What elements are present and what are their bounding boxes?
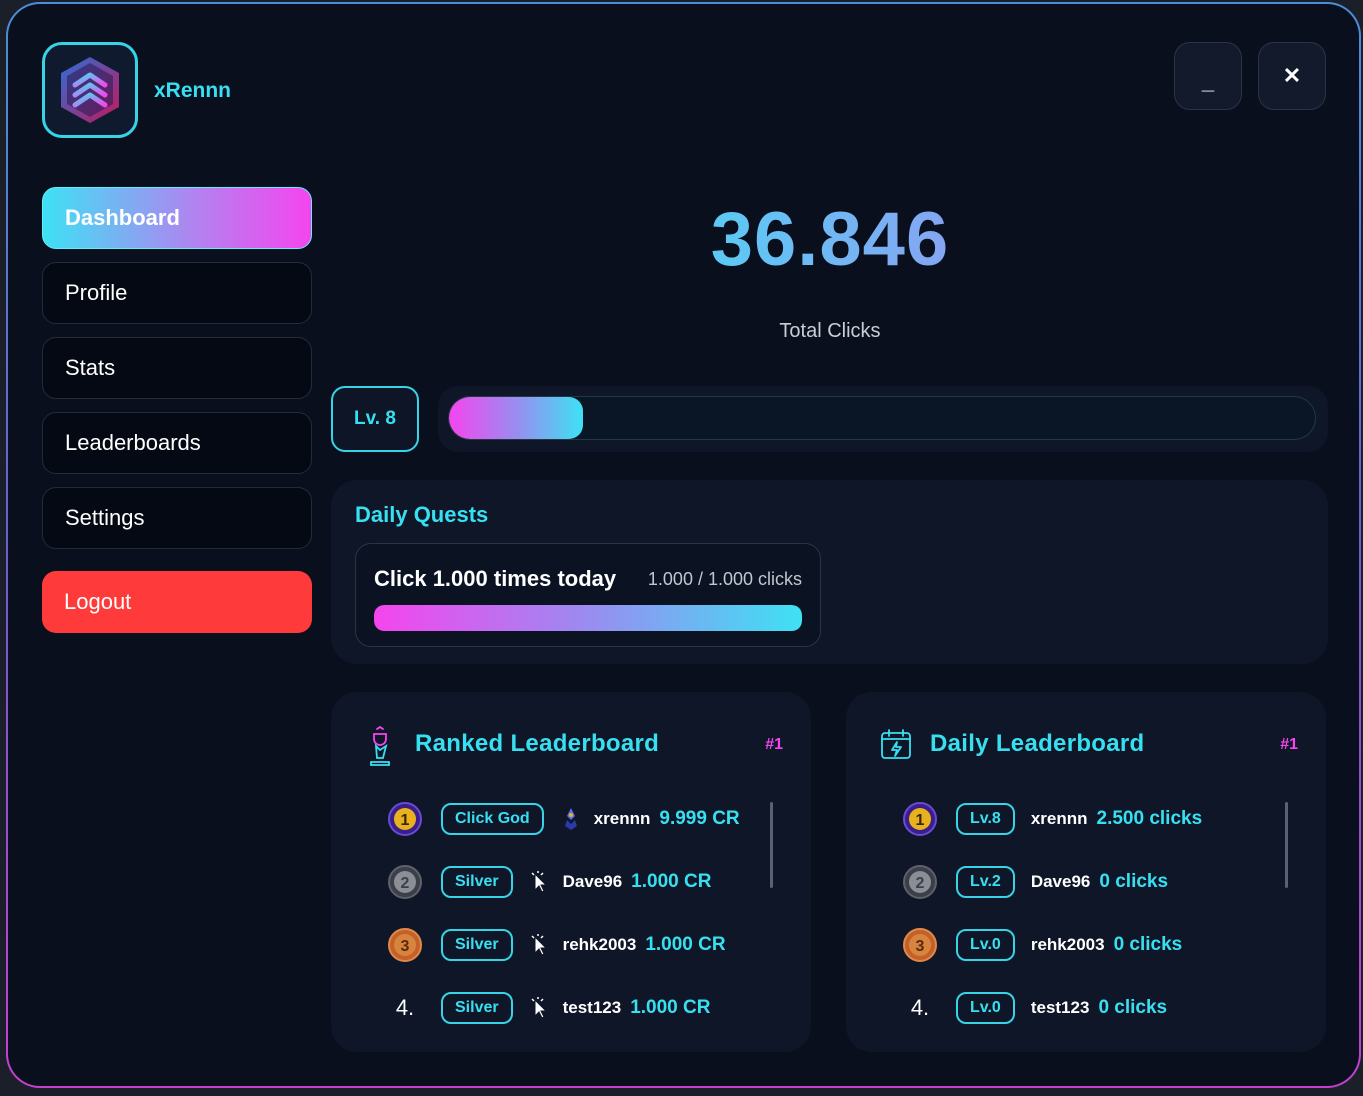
- cursor-icon: [529, 869, 551, 895]
- ranked-row: 3 Silver rehk2003 1.000 CR: [387, 925, 726, 965]
- bronze-medal-icon: 3: [387, 927, 423, 963]
- player-name: rehk2003: [1030, 935, 1105, 954]
- ranked-row: 1 Click God xrennn 9.999 CR: [387, 799, 740, 839]
- nav-leaderboards[interactable]: Leaderboards: [42, 412, 312, 474]
- player-name: xrennn: [593, 809, 651, 828]
- level-tag: Lv.8: [956, 803, 1015, 835]
- cursor-icon: [529, 932, 551, 958]
- level-progress-fill: [449, 397, 584, 439]
- ranked-row: 4. Silver test123 1.000 CR: [387, 988, 710, 1028]
- nav-dashboard-label: Dashboard: [65, 205, 180, 230]
- daily-scrollbar[interactable]: [1285, 802, 1288, 888]
- player-score: 1.000 CR: [630, 997, 711, 1018]
- daily-leaderboard-panel: Daily Leaderboard #1 1 Lv.8 xrennn 2.500…: [846, 692, 1326, 1052]
- logout-button[interactable]: Logout: [42, 571, 312, 633]
- ranked-scrollbar[interactable]: [770, 802, 773, 888]
- nav-profile[interactable]: Profile: [42, 262, 312, 324]
- player-score: 9.999 CR: [659, 808, 740, 829]
- player-score: 1.000 CR: [631, 871, 712, 892]
- medal-number: 2: [916, 875, 925, 892]
- player-score: 0 clicks: [1098, 997, 1168, 1018]
- quest-progress-fill: [374, 605, 802, 631]
- medal-number: 3: [401, 938, 410, 955]
- ranked-own-rank: #1: [765, 736, 783, 753]
- daily-row: 2 Lv.2 Dave96 0 clicks: [902, 862, 1168, 902]
- logout-label: Logout: [64, 589, 132, 614]
- level-badge: Lv. 8: [331, 386, 419, 452]
- rank-tag: Click God: [441, 803, 544, 835]
- ranked-leaderboard-title: Ranked Leaderboard: [415, 730, 660, 757]
- level-progress: [438, 386, 1328, 452]
- nav-settings-label: Settings: [65, 505, 145, 530]
- level-tag: Lv.0: [956, 929, 1015, 961]
- player-name: Dave96: [562, 872, 623, 891]
- trophy-icon: [370, 726, 390, 766]
- player-score: 0 clicks: [1113, 934, 1183, 955]
- medal-number: 1: [401, 812, 410, 829]
- total-clicks-value: 36.846: [330, 196, 1330, 283]
- calendar-bolt-icon: [881, 729, 911, 759]
- player-name: test123: [562, 998, 622, 1017]
- player-name: test123: [1030, 998, 1090, 1017]
- sword-rank-icon: [560, 806, 582, 832]
- cursor-icon: [529, 995, 551, 1021]
- silver-medal-icon: 2: [387, 864, 423, 900]
- level-tag: Lv.2: [956, 866, 1015, 898]
- nav-leaderboards-label: Leaderboards: [65, 430, 201, 455]
- nav-settings[interactable]: Settings: [42, 487, 312, 549]
- player-name: rehk2003: [562, 935, 637, 954]
- medal-number: 1: [916, 812, 925, 829]
- level-tag: Lv.0: [956, 992, 1015, 1024]
- nav-dashboard[interactable]: Dashboard: [42, 187, 312, 249]
- rank-tag: Silver: [441, 866, 513, 898]
- gold-medal-icon: 1: [387, 801, 423, 837]
- close-button[interactable]: ✕: [1258, 42, 1326, 110]
- nav-stats-label: Stats: [65, 355, 116, 380]
- quest-card: Click 1.000 times today 1.000 / 1.000 cl…: [355, 543, 821, 647]
- chevron-up-logo-icon: [61, 57, 119, 123]
- total-clicks-label: Total Clicks: [779, 320, 881, 342]
- app-logo: [42, 42, 138, 138]
- bronze-medal-icon: 3: [902, 927, 938, 963]
- nav-profile-label: Profile: [65, 280, 128, 305]
- medal-number: 2: [401, 875, 410, 892]
- quest-progress-text: 1.000 / 1.000 clicks: [647, 569, 802, 589]
- ranked-row: 2 Silver Dave96 1.000 CR: [387, 862, 711, 902]
- level-progress-track: [448, 396, 1316, 440]
- daily-row: 1 Lv.8 xrennn 2.500 clicks: [902, 799, 1202, 839]
- daily-row: 4. Lv.0 test123 0 clicks: [902, 988, 1167, 1028]
- player-score: 0 clicks: [1099, 871, 1169, 892]
- username: xRennn: [154, 79, 232, 102]
- daily-quests-title: Daily Quests: [355, 502, 489, 527]
- minimize-button[interactable]: _: [1174, 42, 1242, 110]
- player-score: 2.500 clicks: [1096, 808, 1203, 829]
- ranked-leaderboard-panel: Ranked Leaderboard #1 1 Click God xrennn…: [331, 692, 811, 1052]
- player-name: Dave96: [1030, 872, 1091, 891]
- daily-quests-panel: Daily Quests Click 1.000 times today 1.0…: [331, 480, 1328, 664]
- app-window: xRennn _ ✕ Dashboard Profile Stats Leade…: [6, 2, 1361, 1088]
- daily-leaderboard-title: Daily Leaderboard: [930, 730, 1145, 757]
- silver-medal-icon: 2: [902, 864, 938, 900]
- player-name: xrennn: [1030, 809, 1088, 828]
- place-number: 4.: [910, 995, 930, 1020]
- rank-tag: Silver: [441, 992, 513, 1024]
- medal-number: 3: [916, 938, 925, 955]
- rank-tag: Silver: [441, 929, 513, 961]
- nav-stats[interactable]: Stats: [42, 337, 312, 399]
- quest-name: Click 1.000 times today: [374, 566, 617, 591]
- daily-own-rank: #1: [1280, 736, 1298, 753]
- place-number: 4.: [395, 995, 415, 1020]
- player-score: 1.000 CR: [645, 934, 726, 955]
- gold-medal-icon: 1: [902, 801, 938, 837]
- daily-row: 3 Lv.0 rehk2003 0 clicks: [902, 925, 1182, 965]
- quest-progress-bar: [374, 605, 802, 631]
